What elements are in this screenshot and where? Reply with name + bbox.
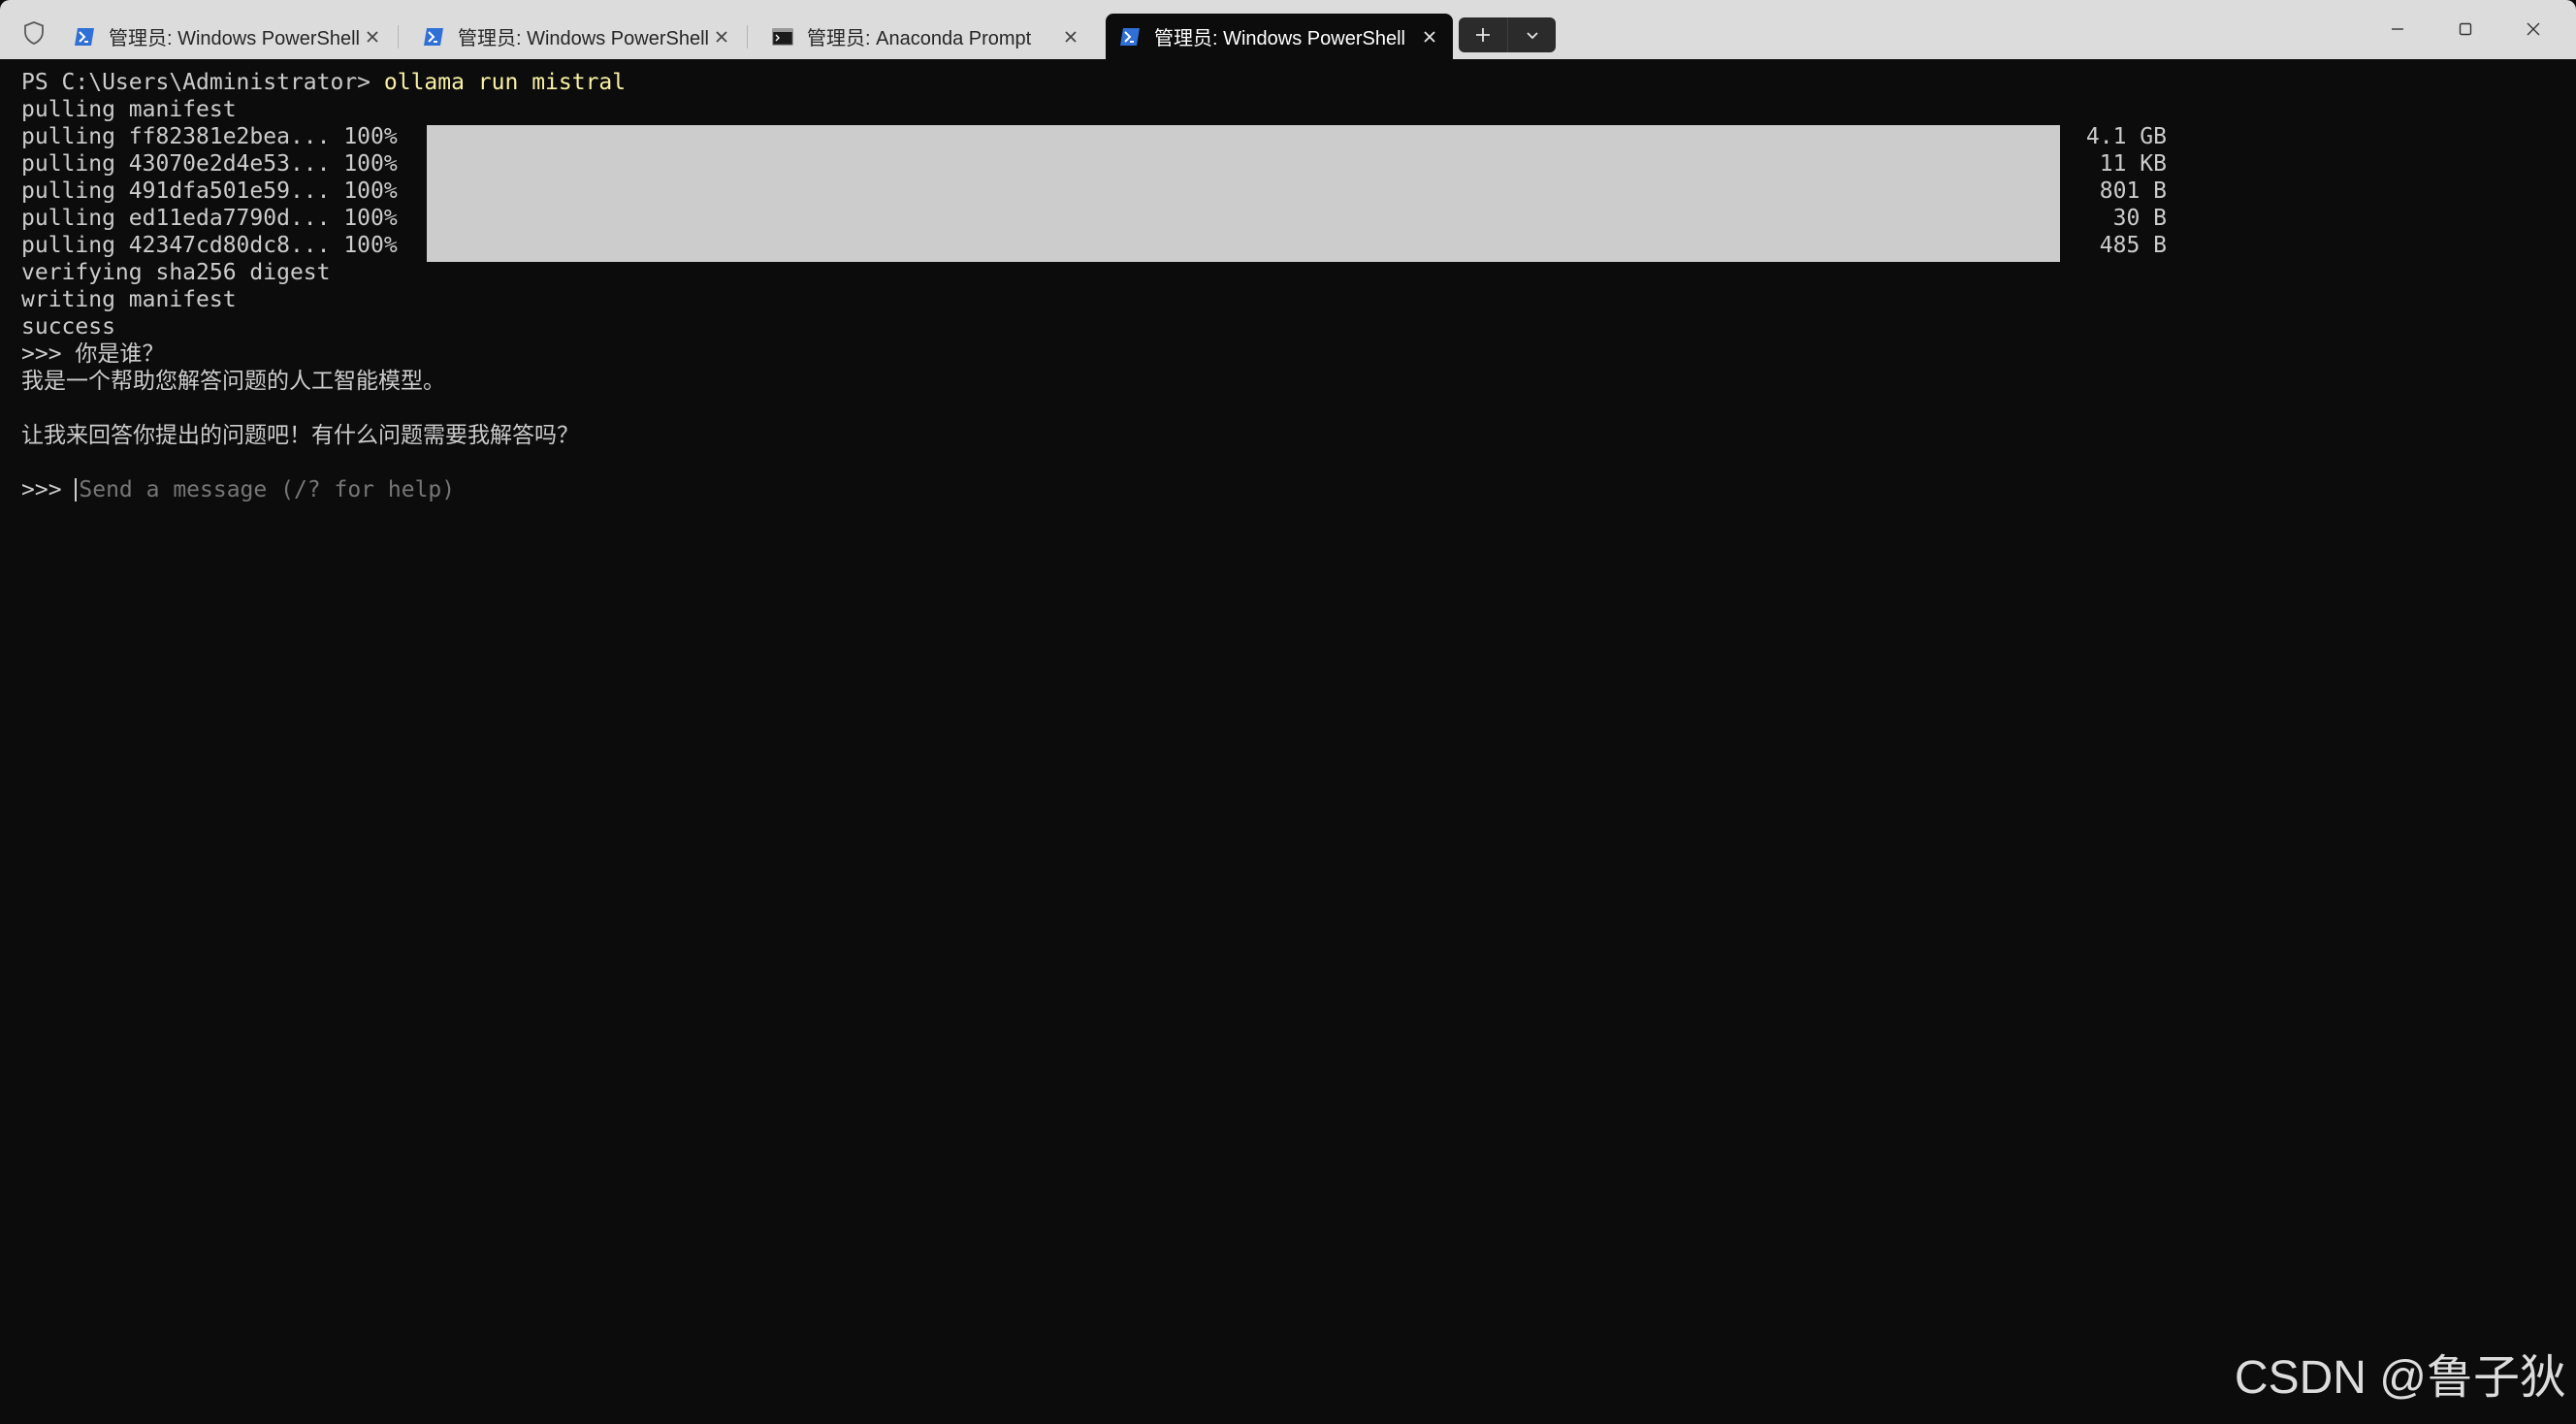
tab-divider [747, 25, 748, 49]
new-tab-group [1459, 17, 1556, 52]
output-line: success [21, 314, 115, 340]
watermark: CSDN @鲁子狄 [2234, 1352, 2566, 1404]
download-progress-bar [427, 125, 2060, 262]
user-question: >>> 你是谁？ [21, 341, 165, 367]
chevron-down-icon [1526, 32, 1538, 40]
pull-size: 30 B [2112, 206, 2167, 231]
pull-size: 801 B [2099, 178, 2167, 204]
tab-title: 管理员: Windows PowerShell [1154, 28, 1405, 49]
maximize-icon [2459, 22, 2472, 36]
shield-icon [24, 21, 44, 45]
powershell-icon [424, 27, 443, 46]
output-line: pulling manifest [21, 97, 237, 122]
pull-line: pulling 491dfa501e59... 100% [21, 178, 398, 204]
text-cursor [75, 478, 78, 502]
pull-size: 485 B [2099, 233, 2167, 258]
title-bar: 管理员: Windows PowerShell 管理员: Windows Pow… [0, 0, 2576, 59]
output-line: writing manifest [21, 287, 237, 312]
output-line: verifying sha256 digest [21, 260, 331, 285]
tab-powershell-active[interactable]: 管理员: Windows PowerShell [1106, 14, 1453, 59]
close-icon[interactable] [708, 23, 735, 50]
pull-size: 11 KB [2099, 151, 2167, 177]
powershell-icon [75, 27, 94, 46]
tab-title: 管理员: Windows PowerShell [458, 28, 708, 49]
minimize-icon [2392, 28, 2403, 30]
input-placeholder: Send a message (/? for help) [79, 477, 456, 502]
close-icon[interactable] [359, 23, 386, 50]
terminal-output[interactable]: PS C:\Users\Administrator> ollama run mi… [0, 59, 2576, 1424]
tab-title: 管理员: Windows PowerShell [109, 28, 359, 49]
pull-line: pulling 42347cd80dc8... 100% [21, 233, 398, 258]
command-line: PS C:\Users\Administrator> ollama run mi… [21, 69, 626, 96]
maximize-button[interactable] [2436, 10, 2495, 49]
model-answer: 我是一个帮助您解答问题的人工智能模型。 [21, 369, 445, 394]
cmd-icon [772, 28, 793, 45]
input-prompt: >>> [21, 477, 76, 502]
message-input[interactable]: >>> Send a message (/? for help) [21, 476, 455, 503]
close-window-button[interactable] [2504, 10, 2562, 49]
tab-title: 管理员: Anaconda Prompt [807, 28, 1032, 49]
new-tab-button[interactable] [1459, 17, 1508, 52]
tab-powershell-2[interactable]: 管理员: Windows PowerShell [409, 14, 745, 59]
pull-line: pulling ed11eda7790d... 100% [21, 206, 398, 231]
pull-line: pulling 43070e2d4e53... 100% [21, 151, 398, 177]
minimize-button[interactable] [2368, 10, 2427, 49]
tab-powershell-1[interactable]: 管理员: Windows PowerShell [60, 14, 396, 59]
command-text: ollama run mistral [383, 70, 627, 95]
close-icon [2527, 22, 2540, 36]
close-icon[interactable] [1416, 23, 1443, 50]
tab-dropdown-button[interactable] [1508, 17, 1556, 52]
tab-anaconda-prompt[interactable]: 管理员: Anaconda Prompt [758, 14, 1094, 59]
plus-icon [1476, 28, 1490, 42]
prompt-text: PS C:\Users\Administrator> [21, 70, 384, 95]
pull-line: pulling ff82381e2bea... 100% [21, 124, 398, 149]
terminal-window: 管理员: Windows PowerShell 管理员: Windows Pow… [0, 0, 2576, 1424]
close-icon[interactable] [1057, 23, 1084, 50]
tab-divider [398, 25, 399, 49]
model-answer: 让我来回答你提出的问题吧！有什么问题需要我解答吗？ [21, 423, 579, 448]
pull-size: 4.1 GB [2085, 124, 2167, 149]
powershell-icon [1120, 27, 1140, 46]
